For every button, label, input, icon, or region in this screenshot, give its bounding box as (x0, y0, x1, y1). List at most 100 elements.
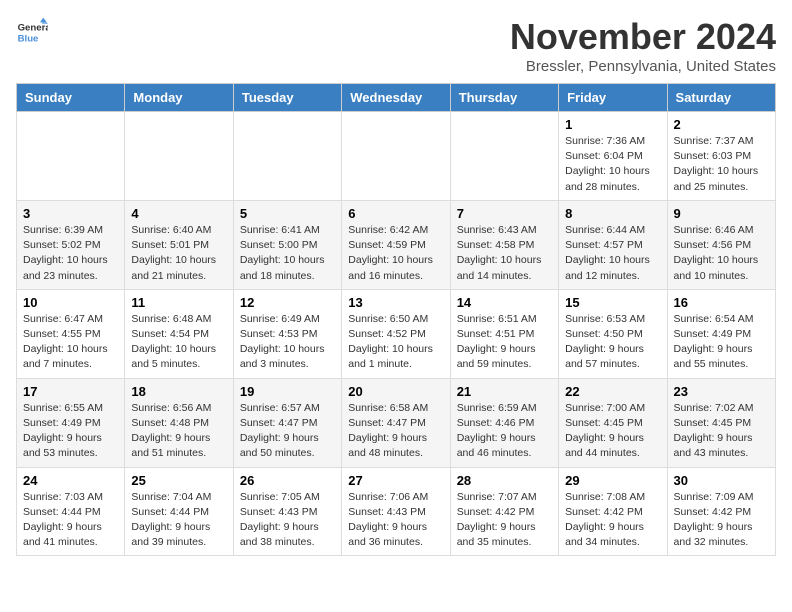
day-info: Sunrise: 6:51 AM Sunset: 4:51 PM Dayligh… (457, 312, 552, 373)
weekday-header: Tuesday (233, 84, 341, 112)
calendar-header-row: SundayMondayTuesdayWednesdayThursdayFrid… (17, 84, 776, 112)
day-info: Sunrise: 6:48 AM Sunset: 4:54 PM Dayligh… (131, 312, 226, 373)
day-info: Sunrise: 6:40 AM Sunset: 5:01 PM Dayligh… (131, 223, 226, 284)
weekday-header: Friday (559, 84, 667, 112)
day-info: Sunrise: 7:05 AM Sunset: 4:43 PM Dayligh… (240, 490, 335, 551)
day-info: Sunrise: 7:37 AM Sunset: 6:03 PM Dayligh… (674, 134, 769, 195)
calendar-cell: 20 Sunrise: 6:58 AM Sunset: 4:47 PM Dayli… (342, 378, 450, 467)
day-info: Sunrise: 6:53 AM Sunset: 4:50 PM Dayligh… (565, 312, 660, 373)
logo-icon: General Blue (16, 16, 48, 48)
day-number: 21 (457, 384, 552, 399)
day-number: 16 (674, 295, 769, 310)
logo: General Blue (16, 16, 48, 48)
day-number: 25 (131, 473, 226, 488)
calendar-cell: 18 Sunrise: 6:56 AM Sunset: 4:48 PM Dayli… (125, 378, 233, 467)
day-info: Sunrise: 6:56 AM Sunset: 4:48 PM Dayligh… (131, 401, 226, 462)
weekday-header: Thursday (450, 84, 558, 112)
calendar-cell: 10Sunrise: 6:47 AM Sunset: 4:55 PM Dayli… (17, 289, 125, 378)
calendar-cell: 28 Sunrise: 7:07 AM Sunset: 4:42 PM Dayli… (450, 467, 558, 556)
day-info: Sunrise: 7:03 AM Sunset: 4:44 PM Dayligh… (23, 490, 118, 551)
day-number: 14 (457, 295, 552, 310)
calendar-cell: 2 Sunrise: 7:37 AM Sunset: 6:03 PM Daylig… (667, 112, 775, 201)
calendar-cell (233, 112, 341, 201)
day-number: 4 (131, 206, 226, 221)
calendar-cell: 14 Sunrise: 6:51 AM Sunset: 4:51 PM Dayli… (450, 289, 558, 378)
day-number: 28 (457, 473, 552, 488)
calendar-cell: 30 Sunrise: 7:09 AM Sunset: 4:42 PM Dayli… (667, 467, 775, 556)
calendar-week-row: 17Sunrise: 6:55 AM Sunset: 4:49 PM Dayli… (17, 378, 776, 467)
svg-text:General: General (18, 22, 48, 33)
day-number: 2 (674, 117, 769, 132)
calendar-week-row: 24Sunrise: 7:03 AM Sunset: 4:44 PM Dayli… (17, 467, 776, 556)
calendar-week-row: 3Sunrise: 6:39 AM Sunset: 5:02 PM Daylig… (17, 200, 776, 289)
day-number: 19 (240, 384, 335, 399)
day-info: Sunrise: 7:36 AM Sunset: 6:04 PM Dayligh… (565, 134, 660, 195)
calendar-week-row: 1 Sunrise: 7:36 AM Sunset: 6:04 PM Daylig… (17, 112, 776, 201)
day-number: 8 (565, 206, 660, 221)
day-info: Sunrise: 6:58 AM Sunset: 4:47 PM Dayligh… (348, 401, 443, 462)
day-info: Sunrise: 6:39 AM Sunset: 5:02 PM Dayligh… (23, 223, 118, 284)
day-info: Sunrise: 6:43 AM Sunset: 4:58 PM Dayligh… (457, 223, 552, 284)
calendar-cell: 26 Sunrise: 7:05 AM Sunset: 4:43 PM Dayli… (233, 467, 341, 556)
day-number: 23 (674, 384, 769, 399)
calendar-cell: 15 Sunrise: 6:53 AM Sunset: 4:50 PM Dayli… (559, 289, 667, 378)
calendar-cell: 7 Sunrise: 6:43 AM Sunset: 4:58 PM Daylig… (450, 200, 558, 289)
day-info: Sunrise: 7:07 AM Sunset: 4:42 PM Dayligh… (457, 490, 552, 551)
calendar-cell (342, 112, 450, 201)
calendar-cell: 22Sunrise: 7:00 AM Sunset: 4:45 PM Dayli… (559, 378, 667, 467)
day-info: Sunrise: 6:42 AM Sunset: 4:59 PM Dayligh… (348, 223, 443, 284)
day-info: Sunrise: 6:57 AM Sunset: 4:47 PM Dayligh… (240, 401, 335, 462)
weekday-header: Monday (125, 84, 233, 112)
day-number: 20 (348, 384, 443, 399)
location-title: Bressler, Pennsylvania, United States (510, 58, 776, 75)
weekday-header: Saturday (667, 84, 775, 112)
day-number: 9 (674, 206, 769, 221)
day-info: Sunrise: 7:02 AM Sunset: 4:45 PM Dayligh… (674, 401, 769, 462)
day-info: Sunrise: 7:04 AM Sunset: 4:44 PM Dayligh… (131, 490, 226, 551)
calendar-cell: 5 Sunrise: 6:41 AM Sunset: 5:00 PM Daylig… (233, 200, 341, 289)
day-info: Sunrise: 7:08 AM Sunset: 4:42 PM Dayligh… (565, 490, 660, 551)
calendar-table: SundayMondayTuesdayWednesdayThursdayFrid… (16, 83, 776, 556)
day-info: Sunrise: 6:54 AM Sunset: 4:49 PM Dayligh… (674, 312, 769, 373)
day-number: 30 (674, 473, 769, 488)
month-title: November 2024 (510, 16, 776, 58)
calendar-cell: 1 Sunrise: 7:36 AM Sunset: 6:04 PM Daylig… (559, 112, 667, 201)
calendar-cell: 12 Sunrise: 6:49 AM Sunset: 4:53 PM Dayli… (233, 289, 341, 378)
day-number: 22 (565, 384, 660, 399)
calendar-cell: 25 Sunrise: 7:04 AM Sunset: 4:44 PM Dayli… (125, 467, 233, 556)
day-number: 5 (240, 206, 335, 221)
day-info: Sunrise: 6:41 AM Sunset: 5:00 PM Dayligh… (240, 223, 335, 284)
calendar-cell: 21 Sunrise: 6:59 AM Sunset: 4:46 PM Dayli… (450, 378, 558, 467)
page-header: General Blue November 2024 Bressler, Pen… (16, 16, 776, 75)
day-number: 1 (565, 117, 660, 132)
calendar-cell: 17Sunrise: 6:55 AM Sunset: 4:49 PM Dayli… (17, 378, 125, 467)
weekday-header: Wednesday (342, 84, 450, 112)
day-info: Sunrise: 7:06 AM Sunset: 4:43 PM Dayligh… (348, 490, 443, 551)
day-info: Sunrise: 7:09 AM Sunset: 4:42 PM Dayligh… (674, 490, 769, 551)
day-number: 6 (348, 206, 443, 221)
calendar-cell (125, 112, 233, 201)
day-number: 12 (240, 295, 335, 310)
day-number: 11 (131, 295, 226, 310)
calendar-cell: 29 Sunrise: 7:08 AM Sunset: 4:42 PM Dayli… (559, 467, 667, 556)
calendar-cell: 4 Sunrise: 6:40 AM Sunset: 5:01 PM Daylig… (125, 200, 233, 289)
weekday-header: Sunday (17, 84, 125, 112)
calendar-cell: 8Sunrise: 6:44 AM Sunset: 4:57 PM Daylig… (559, 200, 667, 289)
title-area: November 2024 Bressler, Pennsylvania, Un… (510, 16, 776, 75)
calendar-cell: 27Sunrise: 7:06 AM Sunset: 4:43 PM Dayli… (342, 467, 450, 556)
day-number: 29 (565, 473, 660, 488)
calendar-cell (450, 112, 558, 201)
calendar-cell: 23 Sunrise: 7:02 AM Sunset: 4:45 PM Dayli… (667, 378, 775, 467)
day-info: Sunrise: 6:49 AM Sunset: 4:53 PM Dayligh… (240, 312, 335, 373)
calendar-cell: 19 Sunrise: 6:57 AM Sunset: 4:47 PM Dayli… (233, 378, 341, 467)
day-number: 26 (240, 473, 335, 488)
day-number: 15 (565, 295, 660, 310)
calendar-cell: 13Sunrise: 6:50 AM Sunset: 4:52 PM Dayli… (342, 289, 450, 378)
day-number: 7 (457, 206, 552, 221)
day-number: 13 (348, 295, 443, 310)
day-info: Sunrise: 6:46 AM Sunset: 4:56 PM Dayligh… (674, 223, 769, 284)
day-info: Sunrise: 6:59 AM Sunset: 4:46 PM Dayligh… (457, 401, 552, 462)
calendar-cell: 6 Sunrise: 6:42 AM Sunset: 4:59 PM Daylig… (342, 200, 450, 289)
calendar-cell: 11 Sunrise: 6:48 AM Sunset: 4:54 PM Dayli… (125, 289, 233, 378)
day-number: 18 (131, 384, 226, 399)
